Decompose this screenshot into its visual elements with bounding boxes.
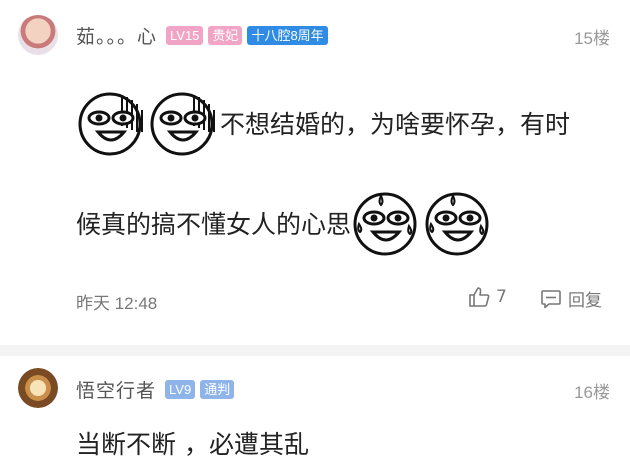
avatar[interactable]	[18, 368, 58, 408]
reply-label: 回复	[568, 291, 602, 311]
comment-text: 当断不断 ，必遭其乱	[76, 430, 309, 459]
comment-text: 候真的搞不懂女人的心思	[76, 210, 352, 239]
funny-face-icon	[150, 92, 215, 156]
funny-face-icon	[78, 92, 143, 156]
sweat-face-icon	[353, 192, 417, 256]
comment-text-line: 候真的搞不懂女人的心思	[76, 190, 495, 256]
level-badge: LV15	[166, 26, 204, 45]
comment-15: 茹。。。心 LV15 贵妃 十八腔8周年 15楼 不想结婚的，为啥要怀孕，有时 …	[0, 0, 630, 345]
like-button[interactable]: 7	[468, 286, 507, 308]
divider	[0, 345, 630, 356]
floor-number: 16楼	[574, 383, 610, 402]
comment-text: 不想结婚的，为啥要怀孕，有时	[220, 110, 571, 139]
comment-header: 悟空行者 LV9 通判	[76, 376, 235, 403]
reply-button[interactable]: 回复	[540, 286, 602, 311]
floor-number: 15楼	[574, 29, 610, 48]
avatar[interactable]	[18, 15, 58, 55]
comment-16: 悟空行者 LV9 通判 16楼 当断不断 ，必遭其乱	[0, 356, 630, 469]
thumbs-up-icon	[469, 287, 490, 307]
level-badge: LV9	[165, 380, 196, 399]
username[interactable]: 茹。。。心	[76, 22, 157, 49]
title-badge: 贵妃	[208, 26, 243, 45]
title-badge: 十八腔8周年	[247, 26, 328, 45]
timestamp: 昨天 12:48	[76, 294, 158, 313]
comment-text-line: 不想结婚的，为啥要怀孕，有时	[76, 90, 570, 156]
title-badge: 通判	[200, 380, 235, 399]
sweat-face-icon	[425, 192, 489, 256]
like-count: 7	[496, 287, 507, 307]
username[interactable]: 悟空行者	[76, 376, 156, 403]
comment-header: 茹。。。心 LV15 贵妃 十八腔8周年	[76, 22, 328, 49]
comment-icon	[541, 289, 561, 308]
